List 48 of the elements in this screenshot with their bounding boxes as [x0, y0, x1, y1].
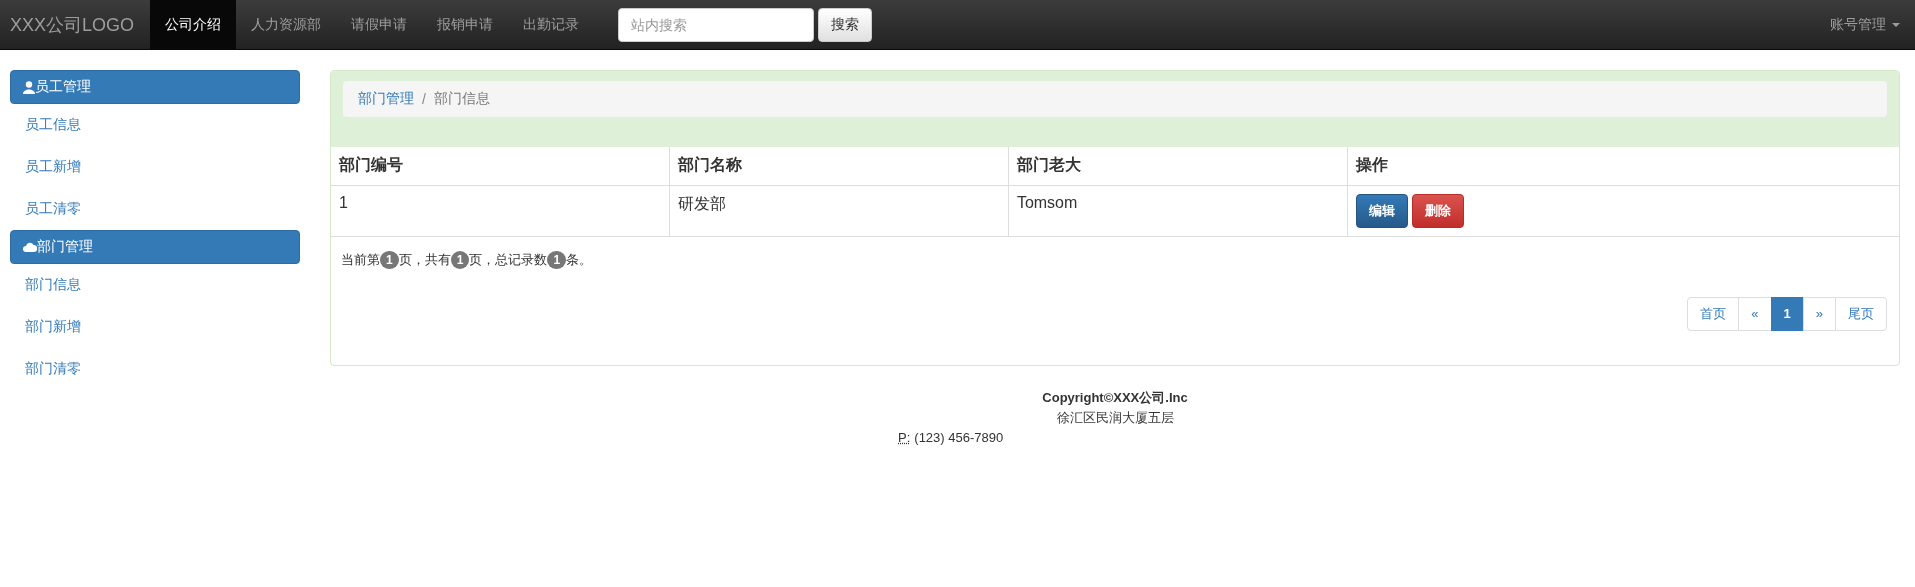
column-header: 部门老大	[1008, 147, 1348, 185]
edit-button[interactable]: 编辑	[1355, 193, 1408, 228]
count-badge: 1	[450, 250, 470, 269]
nav-item[interactable]: 报销申请	[422, 0, 509, 49]
sidebar-item[interactable]: 员工清零	[10, 188, 96, 230]
delete-button[interactable]: 删除	[1411, 193, 1464, 228]
pagination-text: 页，共有	[398, 250, 451, 269]
count-badge: 1	[380, 250, 399, 269]
pagination-text: 条。	[566, 250, 593, 269]
copyright-text: Copyright©XXX公司.Inc	[1042, 388, 1188, 407]
account-menu[interactable]: 账号管理	[1830, 0, 1900, 49]
table-cell: Tomsom	[1008, 185, 1348, 236]
page-link[interactable]: «	[1738, 296, 1772, 331]
column-header: 操作	[1347, 147, 1899, 185]
address-text: 徐汇区民润大厦五层	[1056, 408, 1174, 427]
sidebar-heading[interactable]: 员工管理	[10, 70, 300, 104]
sidebar-item[interactable]: 部门新增	[10, 306, 96, 348]
nav-item[interactable]: 请假申请	[336, 0, 423, 49]
sidebar-item[interactable]: 部门信息	[10, 264, 96, 306]
page-link[interactable]: 1	[1770, 296, 1804, 331]
page-link[interactable]: »	[1802, 296, 1836, 331]
nav-item[interactable]: 公司介绍	[150, 0, 237, 49]
nav-item[interactable]: 出勤记录	[508, 0, 595, 49]
brand-logo: XXX公司LOGO	[10, 13, 136, 37]
search-button[interactable]: 搜索	[818, 7, 873, 42]
breadcrumb-current: 部门信息	[433, 90, 490, 108]
column-header: 部门编号	[331, 147, 670, 185]
sidebar-heading[interactable]: 部门管理	[10, 230, 300, 264]
phone-label: P:	[898, 428, 911, 447]
pagination-text: 页，总记录数	[469, 250, 548, 269]
caret-icon	[1892, 22, 1900, 27]
pagination-text: 当前第	[341, 250, 380, 269]
breadcrumb-link[interactable]: 部门管理	[358, 90, 414, 108]
table-cell: 研发部	[669, 185, 1009, 236]
page-link[interactable]: 尾页	[1835, 296, 1887, 331]
nav-item[interactable]: 人力资源部	[236, 0, 337, 49]
count-badge: 1	[547, 250, 567, 269]
sidebar-item[interactable]: 员工新增	[10, 146, 96, 188]
page-link[interactable]: 首页	[1687, 296, 1740, 331]
column-header: 部门名称	[669, 147, 1009, 185]
cloud-icon	[23, 242, 37, 252]
user-icon	[23, 80, 35, 94]
sidebar-item[interactable]: 部门清零	[10, 348, 96, 390]
table-cell: 1	[331, 185, 670, 236]
sidebar-item[interactable]: 员工信息	[10, 104, 96, 146]
search-field[interactable]: 站内搜索	[618, 7, 815, 42]
phone-number: (123) 456-7890	[914, 428, 1004, 447]
breadcrumb-separator: /	[422, 91, 426, 107]
